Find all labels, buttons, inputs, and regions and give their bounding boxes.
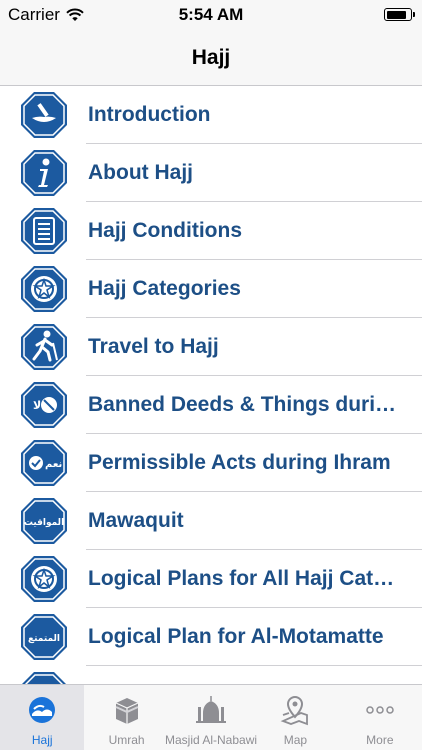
status-time: 5:54 AM [178, 5, 244, 24]
list-item-logical-plans[interactable]: Logical Plans for All Hajj Categories [0, 550, 422, 608]
banned-icon: لا [21, 382, 67, 428]
status-bar: Carrier 5:54 AM [0, 0, 422, 30]
list-item-permissible-acts[interactable]: نعم Permissible Acts during Ihram [0, 434, 422, 492]
list-item-label: Logical Plan for Al-Motamatte [88, 625, 384, 648]
list-item-mawaquit[interactable]: المواقيت Mawaquit [0, 492, 422, 550]
motamatte-badge-text: المتمتع [28, 634, 60, 644]
tab-map[interactable]: Map [253, 685, 337, 750]
tab-masjid-al-nabawi[interactable]: Masjid Al-Nabawi [165, 685, 257, 750]
navigation-bar: Hajj [0, 30, 422, 86]
mosque-icon [196, 696, 227, 723]
tab-hajj[interactable]: Hajj [0, 685, 85, 750]
list-item-label: Logical Plans for All Hajj Categories [88, 567, 404, 590]
permissible-icon: نعم [21, 440, 67, 486]
list-item-label: Hajj Conditions [88, 219, 242, 242]
list-item-label: About Hajj [88, 161, 193, 184]
motamatte-icon: المتمتع [21, 614, 67, 660]
list-item-label: Permissible Acts during Ihram [88, 451, 391, 474]
list-item-hajj-conditions[interactable]: Hajj Conditions [0, 202, 422, 260]
partial-row-icon [22, 672, 66, 684]
battery-icon [384, 8, 415, 21]
list-item-travel-to-hajj[interactable]: Travel to Hajj [0, 318, 422, 376]
battery-level [386, 10, 407, 19]
mawaquit-icon: المواقيت [21, 498, 67, 544]
introduction-icon [21, 92, 67, 138]
list-item-partial[interactable] [0, 666, 422, 684]
hajj-tab-icon [29, 697, 56, 723]
list-item-al-motamatte[interactable]: المتمتع Logical Plan for Al-Motamatte [0, 608, 422, 666]
tab-label: Map [283, 733, 308, 747]
tab-umrah[interactable]: Umrah [84, 685, 168, 750]
kaaba-icon [115, 698, 139, 724]
list-item-hajj-categories[interactable]: Hajj Categories [0, 260, 422, 318]
tab-bar: Hajj Umrah Masjid Al-Nabawi Map More [0, 684, 422, 750]
tab-more[interactable]: More [338, 685, 422, 750]
more-icon [366, 706, 394, 714]
info-icon [21, 150, 67, 196]
list-item-label: Banned Deeds & Things during Ihram [88, 393, 404, 416]
list-item-label: Hajj Categories [88, 277, 241, 300]
list-item-label: Travel to Hajj [88, 335, 219, 358]
page-title: Hajj [191, 45, 231, 69]
list-item-about-hajj[interactable]: About Hajj [0, 144, 422, 202]
banned-badge-text: لا [33, 399, 41, 412]
list-icon [21, 208, 67, 254]
tab-label: More [366, 733, 394, 747]
list-item-banned-deeds[interactable]: لا Banned Deeds & Things during Ihram [0, 376, 422, 434]
traveler-icon [21, 324, 67, 370]
permissible-badge-text: نعم [45, 459, 62, 470]
tab-label: Umrah [108, 733, 145, 747]
tab-label: Masjid Al-Nabawi [165, 733, 258, 747]
map-icon [281, 695, 309, 726]
topics-list[interactable]: Introduction About Hajj Hajj Conditions [0, 86, 422, 684]
list-item-introduction[interactable]: Introduction [0, 86, 422, 144]
list-item-label: Introduction [88, 103, 211, 126]
mawaquit-badge-text: المواقيت [24, 518, 64, 528]
plans-icon [21, 556, 67, 602]
tab-label: Hajj [31, 733, 53, 747]
list-item-label: Mawaquit [88, 509, 184, 532]
categories-icon [21, 266, 67, 312]
